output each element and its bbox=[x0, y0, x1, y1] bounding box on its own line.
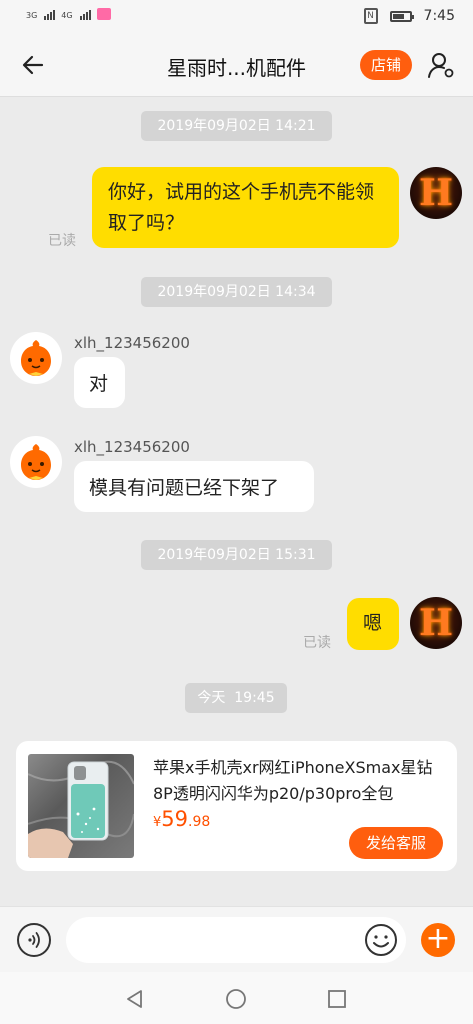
status-time: 7:45 bbox=[423, 8, 455, 24]
my-avatar[interactable]: H bbox=[410, 597, 462, 649]
plus-icon[interactable]: + bbox=[421, 923, 455, 957]
orange-mascot-icon bbox=[21, 340, 51, 376]
sender-name: xlh_123456200 bbox=[74, 334, 190, 352]
read-receipt: 已读 bbox=[303, 635, 331, 651]
message-input[interactable] bbox=[66, 917, 406, 963]
nfc-icon: N bbox=[363, 8, 378, 24]
notification-icon bbox=[96, 8, 111, 20]
emoji-icon[interactable] bbox=[364, 923, 398, 957]
signal-icon bbox=[44, 10, 56, 20]
orange-mascot-icon bbox=[21, 444, 51, 480]
user-settings-icon[interactable] bbox=[426, 50, 456, 80]
nav-recents-icon[interactable] bbox=[326, 988, 348, 1010]
timestamp: 今天 19:45 bbox=[185, 683, 287, 713]
send-to-service-button[interactable]: 发给客服 bbox=[349, 827, 443, 859]
message-text: 对 bbox=[89, 373, 109, 395]
nav-home-icon[interactable] bbox=[225, 988, 247, 1010]
my-avatar[interactable]: H bbox=[410, 167, 462, 219]
seller-avatar[interactable] bbox=[10, 436, 62, 488]
message-text: 模具有问题已经下架了 bbox=[89, 477, 280, 499]
battery-icon bbox=[389, 10, 414, 22]
timestamp: 2019年09月02日 14:34 bbox=[141, 277, 332, 307]
chat-title: 星雨时...机配件 bbox=[166, 56, 307, 80]
nav-back-icon[interactable] bbox=[124, 988, 146, 1010]
message-text: 嗯 bbox=[363, 612, 383, 634]
seller-message-bubble: 对 bbox=[74, 357, 125, 408]
signal2-label: 4G bbox=[61, 11, 73, 20]
product-price: ¥59.98 bbox=[153, 807, 210, 831]
shop-button[interactable]: 店铺 bbox=[360, 50, 412, 80]
seller-message-bubble: 模具有问题已经下架了 bbox=[74, 461, 314, 512]
signal1-label: 3G bbox=[26, 11, 38, 20]
my-message-bubble: 嗯 bbox=[347, 598, 399, 650]
product-card[interactable]: 苹果x手机壳xr网红iPhoneXSmax星钻8P透明闪闪华为p20/p30pr… bbox=[16, 741, 457, 871]
product-image[interactable] bbox=[28, 754, 134, 858]
read-receipt: 已读 bbox=[48, 233, 76, 249]
chat-header: 星雨时...机配件 店铺 bbox=[0, 34, 473, 97]
timestamp: 2019年09月02日 14:21 bbox=[141, 111, 332, 141]
product-title[interactable]: 苹果x手机壳xr网红iPhoneXSmax星钻8P透明闪闪华为p20/p30pr… bbox=[153, 755, 443, 807]
my-message-bubble: 你好，试用的这个手机壳不能领取了吗？ bbox=[92, 167, 399, 248]
input-bar: + bbox=[0, 906, 473, 973]
seller-avatar[interactable] bbox=[10, 332, 62, 384]
timestamp: 2019年09月02日 15:31 bbox=[141, 540, 332, 570]
price-integer: 59 bbox=[161, 807, 189, 831]
message-text: 你好，试用的这个手机壳不能领取了吗？ bbox=[108, 181, 375, 234]
sender-name: xlh_123456200 bbox=[74, 438, 190, 456]
status-bar: 3G 4G N 7:45 bbox=[0, 0, 473, 34]
price-decimal: .98 bbox=[188, 814, 211, 830]
voice-icon[interactable] bbox=[17, 923, 51, 957]
back-arrow-icon[interactable] bbox=[18, 50, 48, 80]
system-nav-bar bbox=[0, 972, 473, 1024]
signal-icon-2 bbox=[79, 10, 91, 20]
